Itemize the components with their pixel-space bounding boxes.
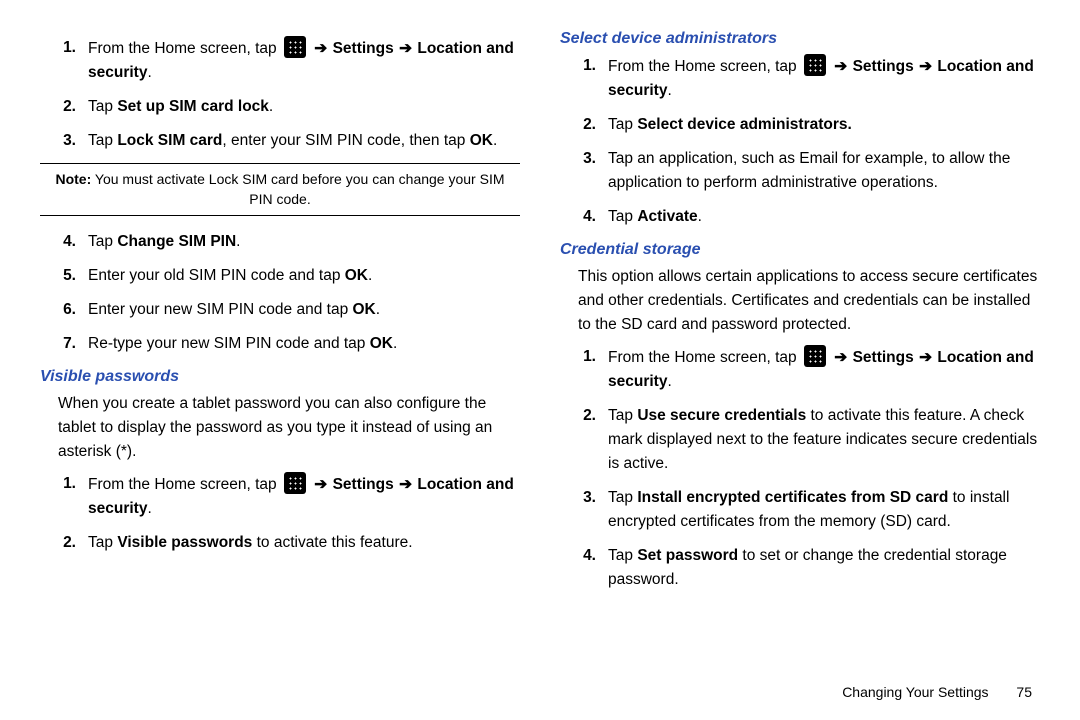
step-body: Tap an application, such as Email for ex… xyxy=(608,147,1040,195)
credential-storage-steps: 1. From the Home screen, tap ➔ Settings … xyxy=(560,345,1040,592)
footer-page-number: 75 xyxy=(1016,684,1032,700)
step-body: Tap Set up SIM card lock. xyxy=(88,95,520,119)
arrow-icon: ➔ xyxy=(834,58,847,75)
arrow-icon: ➔ xyxy=(834,349,847,366)
step-number: 3. xyxy=(560,147,608,195)
credential-storage-paragraph: This option allows certain applications … xyxy=(578,265,1040,337)
apps-grid-icon xyxy=(284,36,306,58)
heading-device-administrators: Select device administrators xyxy=(560,30,1040,48)
step-body: Tap Use secure credentials to activate t… xyxy=(608,404,1040,476)
step-number: 1. xyxy=(560,345,608,394)
note-label: Note: xyxy=(55,171,91,187)
step-number: 5. xyxy=(40,264,88,288)
list-item: 1. From the Home screen, tap ➔ Settings … xyxy=(40,36,520,85)
list-item: 4. Tap Set password to set or change the… xyxy=(560,544,1040,592)
device-admin-steps: 1. From the Home screen, tap ➔ Settings … xyxy=(560,54,1040,229)
step-body: Tap Set password to set or change the cr… xyxy=(608,544,1040,592)
list-item: 2. Tap Use secure credentials to activat… xyxy=(560,404,1040,476)
step-body: Tap Change SIM PIN. xyxy=(88,230,520,254)
footer-section-title: Changing Your Settings xyxy=(842,684,988,700)
list-item: 1. From the Home screen, tap ➔ Settings … xyxy=(40,472,520,521)
step-body: Tap Select device administrators. xyxy=(608,113,1040,137)
heading-credential-storage: Credential storage xyxy=(560,241,1040,259)
arrow-icon: ➔ xyxy=(399,40,412,57)
step-body: From the Home screen, tap ➔ Settings ➔ L… xyxy=(88,472,520,521)
list-item: 2. Tap Select device administrators. xyxy=(560,113,1040,137)
step-body: Enter your new SIM PIN code and tap OK. xyxy=(88,298,520,322)
step-body: Tap Install encrypted certificates from … xyxy=(608,486,1040,534)
step-number: 4. xyxy=(40,230,88,254)
step-body: From the Home screen, tap ➔ Settings ➔ L… xyxy=(608,345,1040,394)
note-text: You must activate Lock SIM card before y… xyxy=(91,171,504,207)
step-body: From the Home screen, tap ➔ Settings ➔ L… xyxy=(608,54,1040,103)
list-item: 2. Tap Visible passwords to activate thi… xyxy=(40,531,520,555)
step-body: Enter your old SIM PIN code and tap OK. xyxy=(88,264,520,288)
list-item: 4. Tap Activate. xyxy=(560,205,1040,229)
list-item: 4. Tap Change SIM PIN. xyxy=(40,230,520,254)
step-number: 3. xyxy=(560,486,608,534)
arrow-icon: ➔ xyxy=(314,40,327,57)
step-number: 2. xyxy=(560,404,608,476)
step-number: 6. xyxy=(40,298,88,322)
heading-visible-passwords: Visible passwords xyxy=(40,368,520,386)
step-body: Re-type your new SIM PIN code and tap OK… xyxy=(88,332,520,356)
step-number: 2. xyxy=(560,113,608,137)
arrow-icon: ➔ xyxy=(919,58,932,75)
step-number: 1. xyxy=(40,36,88,85)
left-column: 1. From the Home screen, tap ➔ Settings … xyxy=(40,30,520,684)
sim-lock-steps-top: 1. From the Home screen, tap ➔ Settings … xyxy=(40,36,520,153)
visible-passwords-steps: 1. From the Home screen, tap ➔ Settings … xyxy=(40,472,520,555)
page-footer: Changing Your Settings 75 xyxy=(40,684,1040,700)
list-item: 5. Enter your old SIM PIN code and tap O… xyxy=(40,264,520,288)
step-number: 1. xyxy=(40,472,88,521)
list-item: 3. Tap Install encrypted certificates fr… xyxy=(560,486,1040,534)
step-number: 4. xyxy=(560,544,608,592)
apps-grid-icon xyxy=(804,54,826,76)
step-number: 4. xyxy=(560,205,608,229)
note-box: Note: You must activate Lock SIM card be… xyxy=(40,163,520,216)
step-number: 1. xyxy=(560,54,608,103)
list-item: 6. Enter your new SIM PIN code and tap O… xyxy=(40,298,520,322)
list-item: 3. Tap Lock SIM card, enter your SIM PIN… xyxy=(40,129,520,153)
step-number: 2. xyxy=(40,95,88,119)
list-item: 3. Tap an application, such as Email for… xyxy=(560,147,1040,195)
step-number: 2. xyxy=(40,531,88,555)
step-number: 7. xyxy=(40,332,88,356)
step-number: 3. xyxy=(40,129,88,153)
step-body: From the Home screen, tap ➔ Settings ➔ L… xyxy=(88,36,520,85)
apps-grid-icon xyxy=(284,472,306,494)
list-item: 7. Re-type your new SIM PIN code and tap… xyxy=(40,332,520,356)
right-column: Select device administrators 1. From the… xyxy=(560,30,1040,684)
apps-grid-icon xyxy=(804,345,826,367)
visible-passwords-paragraph: When you create a tablet password you ca… xyxy=(58,392,520,464)
list-item: 1. From the Home screen, tap ➔ Settings … xyxy=(560,345,1040,394)
step-body: Tap Lock SIM card, enter your SIM PIN co… xyxy=(88,129,520,153)
list-item: 1. From the Home screen, tap ➔ Settings … xyxy=(560,54,1040,103)
arrow-icon: ➔ xyxy=(399,476,412,493)
list-item: 2. Tap Set up SIM card lock. xyxy=(40,95,520,119)
arrow-icon: ➔ xyxy=(919,349,932,366)
step-body: Tap Activate. xyxy=(608,205,1040,229)
sim-lock-steps-bottom: 4. Tap Change SIM PIN. 5. Enter your old… xyxy=(40,230,520,356)
arrow-icon: ➔ xyxy=(314,476,327,493)
step-body: Tap Visible passwords to activate this f… xyxy=(88,531,520,555)
